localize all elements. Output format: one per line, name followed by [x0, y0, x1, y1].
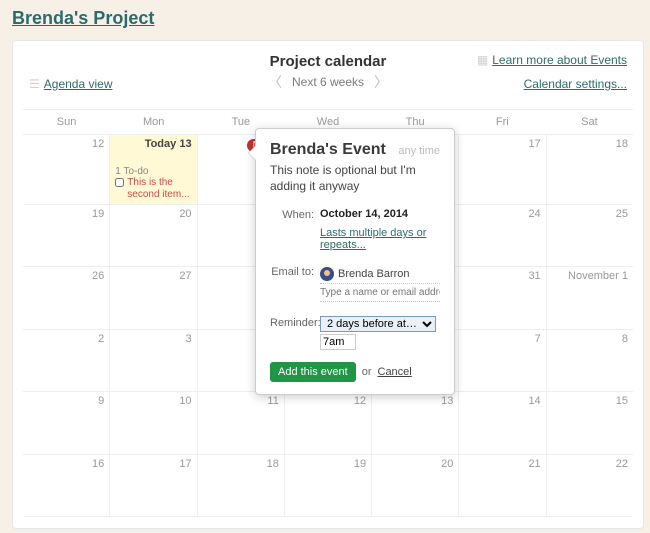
- prev-period-button[interactable]: 〈: [268, 72, 282, 92]
- day-number: 8: [622, 333, 628, 345]
- day-number: 12: [354, 395, 366, 407]
- day-number: 17: [179, 458, 191, 470]
- day-number: 16: [92, 458, 104, 470]
- reminder-label: Reminder:: [270, 316, 320, 350]
- calendar-cell[interactable]: 18: [198, 455, 285, 516]
- cancel-link[interactable]: Cancel: [378, 366, 412, 378]
- day-number: 24: [528, 208, 540, 220]
- event-popup: Brenda's Event any time This note is opt…: [255, 128, 455, 395]
- day-number: 25: [616, 208, 628, 220]
- email-input[interactable]: [320, 284, 440, 302]
- day-number: 3: [185, 333, 191, 345]
- calendar-title: Project calendar: [29, 53, 627, 70]
- calendar-cell[interactable]: 12: [285, 392, 372, 453]
- email-recipient[interactable]: Brenda Barron: [320, 265, 440, 284]
- calendar-cell[interactable]: 13: [372, 392, 459, 453]
- calendar-cell[interactable]: 8: [547, 330, 633, 391]
- calendar-cell[interactable]: 17: [110, 455, 197, 516]
- calendar-cell[interactable]: 16: [23, 455, 110, 516]
- next-period-button[interactable]: 〉: [374, 72, 388, 92]
- day-number: November 1: [568, 270, 628, 282]
- day-number: 2: [98, 333, 104, 345]
- todo-item[interactable]: This is the second item...: [115, 177, 191, 201]
- reminder-time-input[interactable]: [320, 334, 356, 350]
- day-number: 21: [528, 458, 540, 470]
- calendar-cell[interactable]: 10: [110, 392, 197, 453]
- day-number: 7: [535, 333, 541, 345]
- reminder-select[interactable]: 2 days before at…: [320, 316, 436, 332]
- calendar-cell[interactable]: 15: [547, 392, 633, 453]
- todo-checkbox[interactable]: [115, 178, 124, 187]
- repeats-link[interactable]: Lasts multiple days or repeats...: [320, 227, 426, 251]
- calendar-cell[interactable]: 19: [285, 455, 372, 516]
- add-event-button[interactable]: Add this event: [270, 362, 356, 382]
- calendar-subtitle: Next 6 weeks: [292, 75, 364, 89]
- today-label: Today 13: [115, 138, 191, 150]
- calendar-cell[interactable]: 20: [110, 205, 197, 266]
- calendar-cell[interactable]: 22: [547, 455, 633, 516]
- calendar-cell[interactable]: 25: [547, 205, 633, 266]
- day-number: 27: [179, 270, 191, 282]
- day-number: 22: [616, 458, 628, 470]
- calendar-cell[interactable]: 12: [23, 135, 110, 204]
- day-number: 11: [267, 395, 278, 407]
- day-number: 14: [528, 395, 540, 407]
- or-text: or: [362, 366, 372, 378]
- calendar-cell[interactable]: 31: [459, 267, 546, 328]
- event-anytime[interactable]: any time: [398, 145, 440, 157]
- day-number: 26: [92, 270, 104, 282]
- todo-header: 1 To-do: [115, 166, 191, 177]
- calendar-cell[interactable]: 20: [372, 455, 459, 516]
- day-number: 18: [616, 138, 628, 150]
- calendar-cell[interactable]: 26: [23, 267, 110, 328]
- calendar-cell[interactable]: 2: [23, 330, 110, 391]
- day-number: 20: [179, 208, 191, 220]
- day-number: 12: [92, 138, 104, 150]
- calendar-cell[interactable]: November 1: [547, 267, 633, 328]
- calendar-cell[interactable]: 21: [459, 455, 546, 516]
- calendar-cell[interactable]: 3: [110, 330, 197, 391]
- calendar-cell[interactable]: 7: [459, 330, 546, 391]
- project-title-link[interactable]: Brenda's Project: [12, 8, 154, 28]
- calendar-cell[interactable]: 17: [459, 135, 546, 204]
- calendar-cell[interactable]: 11: [198, 392, 285, 453]
- calendar-cell[interactable]: 19: [23, 205, 110, 266]
- day-number: 19: [92, 208, 104, 220]
- calendar-cell[interactable]: 18: [547, 135, 633, 204]
- calendar-cell[interactable]: 14: [459, 392, 546, 453]
- day-number: 9: [98, 395, 104, 407]
- event-note[interactable]: This note is optional but I'm adding it …: [270, 163, 440, 194]
- event-title[interactable]: Brenda's Event: [270, 141, 386, 159]
- calendar-cell[interactable]: Today 13 1 To-doThis is the second item..…: [110, 135, 197, 204]
- day-number: 10: [179, 395, 191, 407]
- when-value[interactable]: October 14, 2014: [320, 208, 440, 221]
- calendar-cell[interactable]: 27: [110, 267, 197, 328]
- email-to-label: Email to:: [270, 265, 320, 302]
- avatar-icon: [320, 267, 334, 281]
- day-number: 19: [354, 458, 366, 470]
- day-number: 13: [441, 395, 453, 407]
- day-number: 31: [528, 270, 540, 282]
- day-number: 15: [616, 395, 628, 407]
- when-label: When:: [270, 208, 320, 221]
- calendar-cell[interactable]: 24: [459, 205, 546, 266]
- day-number: 20: [441, 458, 453, 470]
- day-number: 17: [528, 138, 540, 150]
- day-number: 18: [267, 458, 279, 470]
- calendar-cell[interactable]: 9: [23, 392, 110, 453]
